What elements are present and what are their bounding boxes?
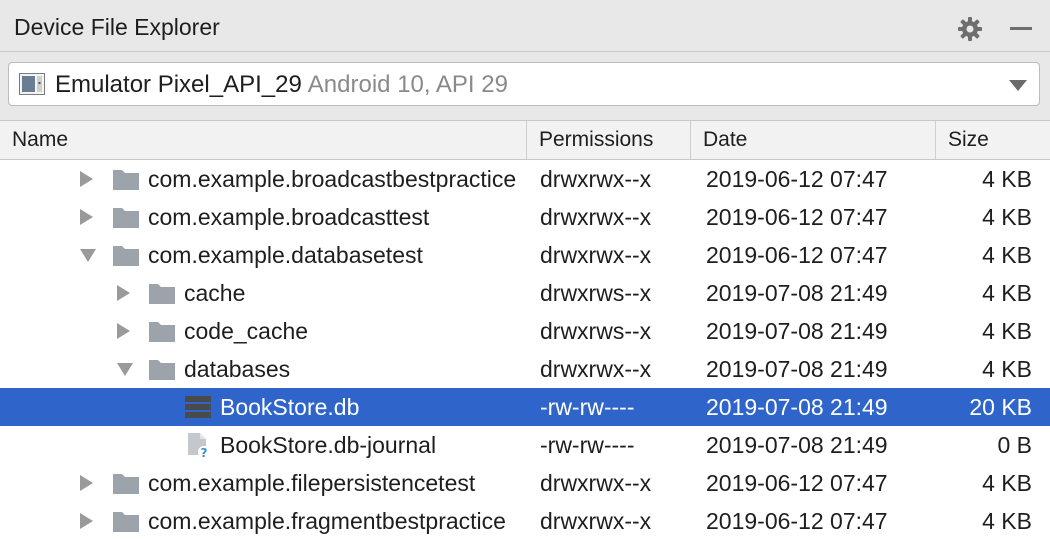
- panel-title-bar: Device File Explorer: [0, 0, 1050, 52]
- file-name: code_cache: [184, 318, 309, 344]
- panel-title: Device File Explorer: [14, 14, 220, 40]
- table-row[interactable]: BookStore.db -rw-rw---- 2019-07-08 21:49 20…: [0, 388, 1050, 426]
- date-cell: 2019-06-12 07:47: [706, 204, 888, 230]
- size-cell: 4 KB: [982, 280, 1032, 306]
- column-header-size[interactable]: Size: [936, 121, 1050, 159]
- permissions-cell: drwxrwx--x: [540, 204, 652, 230]
- table-row[interactable]: code_cache drwxrws--x 2019-07-08 21:49 4 KB: [0, 312, 1050, 350]
- folder-icon: [112, 471, 140, 495]
- name-cell: com.example.databasetest: [0, 236, 527, 274]
- expand-arrow-icon[interactable]: [80, 171, 93, 187]
- table-row[interactable]: com.example.broadcastbestpractice drwxrwx…: [0, 160, 1050, 198]
- column-header-date[interactable]: Date: [691, 121, 936, 159]
- name-cell: com.example.broadcasttest: [0, 198, 527, 236]
- device-detail: Android 10, API 29: [307, 71, 508, 98]
- folder-icon: [148, 357, 176, 381]
- file-name: com.example.databasetest: [148, 242, 423, 268]
- date-cell: 2019-07-08 21:49: [706, 394, 888, 420]
- permissions-cell: drwxrwx--x: [540, 242, 652, 268]
- permissions-cell: drwxrwx--x: [540, 470, 652, 496]
- file-tree: com.example.broadcastbestpractice drwxrwx…: [0, 160, 1050, 542]
- permissions-cell: drwxrwx--x: [540, 356, 652, 382]
- name-cell: com.example.filepersistencetest: [0, 464, 527, 502]
- permissions-cell: drwxrws--x: [540, 318, 652, 344]
- file-name: com.example.fragmentbestpractice: [148, 508, 506, 534]
- size-cell: 4 KB: [982, 166, 1032, 192]
- table-row[interactable]: databases drwxrwx--x 2019-07-08 21:49 4 KB: [0, 350, 1050, 388]
- name-cell: cache: [0, 274, 527, 312]
- date-cell: 2019-07-08 21:49: [706, 280, 888, 306]
- file-name: databases: [184, 356, 291, 382]
- name-cell: ? BookStore.db-journal: [0, 426, 527, 464]
- file-name: com.example.broadcasttest: [148, 204, 430, 230]
- expand-arrow-icon[interactable]: [117, 285, 130, 301]
- file-name: com.example.filepersistencetest: [148, 470, 476, 496]
- column-header-name[interactable]: Name: [0, 121, 527, 159]
- permissions-cell: drwxrwx--x: [540, 508, 652, 534]
- unknown-file-icon: ?: [184, 433, 212, 460]
- expand-arrow-icon[interactable]: [117, 323, 130, 339]
- table-header: Name Permissions Date Size: [0, 120, 1050, 160]
- size-cell: 4 KB: [982, 318, 1032, 344]
- size-cell: 20 KB: [969, 394, 1032, 420]
- folder-icon: [112, 243, 140, 267]
- date-cell: 2019-06-12 07:47: [706, 166, 888, 192]
- name-cell: BookStore.db: [0, 388, 527, 426]
- folder-icon: [112, 509, 140, 533]
- expand-arrow-icon[interactable]: [80, 475, 93, 491]
- name-cell: databases: [0, 350, 527, 388]
- date-cell: 2019-07-08 21:49: [706, 356, 888, 382]
- date-cell: 2019-06-12 07:47: [706, 242, 888, 268]
- emulator-icon: [19, 73, 45, 95]
- size-cell: 4 KB: [982, 508, 1032, 534]
- size-cell: 4 KB: [982, 356, 1032, 382]
- folder-icon: [148, 281, 176, 305]
- size-cell: 4 KB: [982, 242, 1032, 268]
- table-row[interactable]: com.example.broadcasttest drwxrwx--x 2019-…: [0, 198, 1050, 236]
- name-cell: com.example.fragmentbestpractice: [0, 502, 527, 540]
- folder-icon: [112, 167, 140, 191]
- folder-icon: [148, 319, 176, 343]
- device-selector-bar: Emulator Pixel_API_29 Android 10, API 29: [0, 52, 1050, 120]
- column-header-permissions[interactable]: Permissions: [527, 121, 691, 159]
- table-row[interactable]: com.example.fragmentbestpractice drwxrwx-…: [0, 502, 1050, 540]
- size-cell: 0 B: [997, 432, 1032, 458]
- size-cell: 4 KB: [982, 470, 1032, 496]
- date-cell: 2019-06-12 07:47: [706, 470, 888, 496]
- gear-icon[interactable]: [957, 16, 983, 42]
- chevron-down-icon[interactable]: [1009, 80, 1027, 91]
- file-name: BookStore.db: [220, 394, 360, 420]
- database-icon: [184, 395, 212, 419]
- date-cell: 2019-07-08 21:49: [706, 432, 888, 458]
- file-name: BookStore.db-journal: [220, 432, 437, 458]
- name-cell: com.example.broadcastbestpractice: [0, 160, 527, 198]
- table-row[interactable]: com.example.databasetest drwxrwx--x 2019-0…: [0, 236, 1050, 274]
- minimize-icon[interactable]: [1008, 15, 1034, 41]
- device-file-explorer-panel: Device File Explorer Emulator Pixel_API_…: [0, 0, 1050, 542]
- collapse-arrow-icon[interactable]: [80, 249, 96, 262]
- name-cell: code_cache: [0, 312, 527, 350]
- size-cell: 4 KB: [982, 204, 1032, 230]
- permissions-cell: drwxrwx--x: [540, 166, 652, 192]
- folder-icon: [112, 205, 140, 229]
- file-name: com.example.broadcastbestpractice: [148, 166, 517, 192]
- device-selector-dropdown[interactable]: Emulator Pixel_API_29 Android 10, API 29: [8, 62, 1040, 106]
- collapse-arrow-icon[interactable]: [117, 363, 133, 376]
- permissions-cell: -rw-rw----: [540, 394, 635, 420]
- device-name: Emulator Pixel_API_29 Android 10, API 29: [55, 71, 508, 98]
- date-cell: 2019-07-08 21:49: [706, 318, 888, 344]
- date-cell: 2019-06-12 07:47: [706, 508, 888, 534]
- table-row[interactable]: cache drwxrws--x 2019-07-08 21:49 4 KB: [0, 274, 1050, 312]
- permissions-cell: drwxrws--x: [540, 280, 652, 306]
- expand-arrow-icon[interactable]: [80, 209, 93, 225]
- permissions-cell: -rw-rw----: [540, 432, 635, 458]
- expand-arrow-icon[interactable]: [80, 513, 93, 529]
- table-row[interactable]: com.example.filepersistencetest drwxrwx--…: [0, 464, 1050, 502]
- file-name: cache: [184, 280, 246, 306]
- svg-text:?: ?: [201, 446, 208, 459]
- table-row[interactable]: ? BookStore.db-journal -rw-rw---- 2019-07-0…: [0, 426, 1050, 464]
